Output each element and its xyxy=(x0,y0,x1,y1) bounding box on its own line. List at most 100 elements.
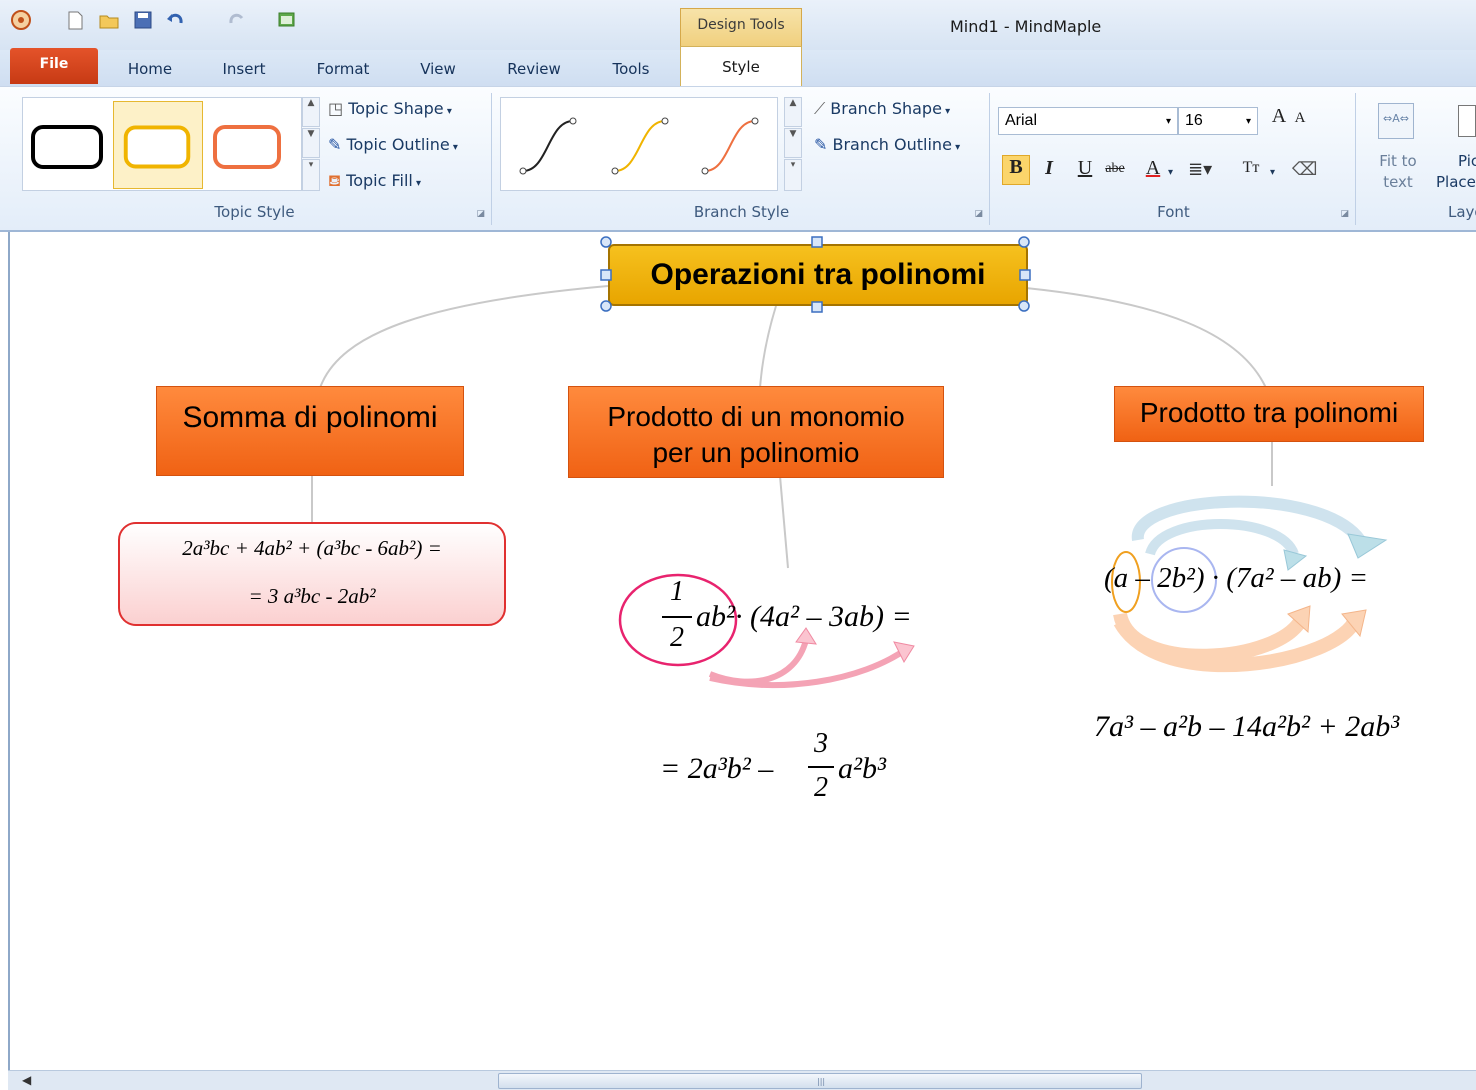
topic-style-black[interactable] xyxy=(25,101,115,189)
font-size-select[interactable]: 16 ▾ xyxy=(1178,107,1258,135)
picture-placement-icon[interactable] xyxy=(1458,105,1476,137)
scrollbar-thumb[interactable]: ||| xyxy=(498,1073,1142,1089)
result-fraction-denominator: 2 xyxy=(814,772,828,803)
topic-shape-button[interactable]: ◳ Topic Shape ▾ xyxy=(328,99,452,118)
formula-monomio: ab²· (4a² – 3ab) = xyxy=(696,600,912,633)
open-folder-icon[interactable] xyxy=(98,8,120,32)
result-polinomi: 7a³ – a²b – 14a²b² + 2ab³ xyxy=(1094,710,1400,743)
branch-scroll-down-button[interactable]: ▼ xyxy=(784,128,802,158)
mindmap-canvas[interactable]: Operazioni tra polinomi Somma di polinom… xyxy=(8,232,1476,1070)
chevron-down-icon: ▾ xyxy=(1245,116,1251,127)
topic-somma[interactable]: Somma di polinomi xyxy=(156,386,464,476)
selection-handles[interactable] xyxy=(600,236,1036,314)
formula-somma-line2: = 3 a³bc - 2ab² xyxy=(248,584,376,608)
branch-style-orange[interactable] xyxy=(685,101,775,189)
chevron-down-icon: ▾ xyxy=(412,178,422,189)
window-icon[interactable] xyxy=(276,8,298,32)
topic-style-group: ▲ ▼ ▾ ◳ Topic Shape ▾ ✎ Topic Outline ▾ … xyxy=(18,93,492,225)
tab-home[interactable]: Home xyxy=(112,58,188,86)
font-family-select[interactable]: Arial ▾ xyxy=(998,107,1178,135)
tab-format[interactable]: Format xyxy=(302,58,384,86)
grip-icon: ||| xyxy=(817,1077,826,1086)
fraction-denominator: 2 xyxy=(670,622,684,653)
grow-font-button[interactable]: A xyxy=(1268,105,1290,128)
branch-style-black[interactable] xyxy=(503,101,593,189)
result-fraction-bar xyxy=(808,766,834,768)
dialog-launcher-icon[interactable]: ◪ xyxy=(1340,209,1349,219)
pen-icon: ✎ xyxy=(814,135,833,154)
paint-bucket-icon: ⛾ xyxy=(328,171,347,190)
formula-box-somma[interactable]: 2a³bc + 4ab² + (a³bc - 6ab²) = = 3 a³bc … xyxy=(118,522,506,626)
branch-style-yellow[interactable] xyxy=(595,101,685,189)
align-icon[interactable]: ≣▾ xyxy=(1188,159,1212,180)
chevron-down-icon[interactable]: ▾ xyxy=(1168,167,1173,178)
result-monomio-a: = 2a³b² – xyxy=(660,752,774,785)
topic-style-gallery xyxy=(22,97,302,191)
chevron-down-icon[interactable]: ▾ xyxy=(1270,167,1275,178)
change-case-button[interactable]: Tт xyxy=(1236,159,1266,177)
undo-icon[interactable] xyxy=(164,8,186,32)
topic-style-yellow[interactable] xyxy=(113,101,203,189)
tab-file[interactable]: File xyxy=(10,48,98,84)
branch-scroll-up-button[interactable]: ▲ xyxy=(784,97,802,127)
formula-somma-line1: 2a³bc + 4ab² + (a³bc - 6ab²) = xyxy=(182,536,442,560)
branch-curve-icon: ⟋ xyxy=(814,99,831,118)
topic-prodotto-monomio[interactable]: Prodotto di un monomio per un polinomio xyxy=(568,386,944,478)
underline-button[interactable]: U xyxy=(1074,157,1096,180)
font-group-label: Font xyxy=(1157,203,1190,221)
font-group: Arial ▾ 16 ▾ A A B I U abe A ▾ ≣▾ Tт ▾ ⌫ F… xyxy=(992,93,1356,225)
strikethrough-button[interactable]: abe xyxy=(1100,161,1130,177)
title-bar: Design Tools Mind1 - MindMaple xyxy=(0,0,1476,50)
fit-to-text-icon[interactable]: ⇔A⇔ xyxy=(1378,103,1414,139)
chevron-down-icon: ▾ xyxy=(951,142,961,153)
branch-shape-button[interactable]: ⟋ Branch Shape ▾ xyxy=(814,99,950,119)
picture-placement-button[interactable]: Pic Place xyxy=(1436,151,1476,193)
fit-to-text-button[interactable]: Fit to text xyxy=(1368,151,1428,193)
topic-outline-button[interactable]: ✎ Topic Outline ▾ xyxy=(328,135,458,154)
app-logo-icon[interactable] xyxy=(10,8,32,32)
gallery-scroll-down-button[interactable]: ▼ xyxy=(302,128,320,158)
gallery-more-button[interactable]: ▾ xyxy=(302,159,320,191)
shrink-font-button[interactable]: A xyxy=(1292,110,1308,127)
tab-review[interactable]: Review xyxy=(494,58,574,86)
chevron-down-icon: ▾ xyxy=(443,106,452,117)
bold-button[interactable]: B xyxy=(1002,155,1030,185)
dialog-launcher-icon[interactable]: ◪ xyxy=(974,209,983,219)
gallery-scroll-up-button[interactable]: ▲ xyxy=(302,97,320,127)
layout-group-label: Layo xyxy=(1448,203,1476,221)
tab-style[interactable]: Style xyxy=(680,46,802,86)
fraction-bar xyxy=(662,616,692,618)
italic-button[interactable]: I xyxy=(1038,157,1060,180)
branch-style-gallery xyxy=(500,97,778,191)
chevron-down-icon: ▾ xyxy=(1165,116,1171,127)
chevron-down-icon: ▾ xyxy=(941,106,951,117)
window-title: Mind1 - MindMaple xyxy=(950,17,1102,36)
chevron-down-icon: ▾ xyxy=(449,142,458,153)
tab-insert[interactable]: Insert xyxy=(206,58,282,86)
redo-icon[interactable] xyxy=(226,8,248,32)
result-fraction-numerator: 3 xyxy=(814,728,828,759)
topic-shape-icon: ◳ xyxy=(328,99,349,118)
fraction-numerator: 1 xyxy=(670,576,684,607)
branch-outline-button[interactable]: ✎ Branch Outline ▾ xyxy=(814,135,960,154)
topic-prodotto-polinomi[interactable]: Prodotto tra polinomi xyxy=(1114,386,1424,442)
ribbon: ▲ ▼ ▾ ◳ Topic Shape ▾ ✎ Topic Outline ▾ … xyxy=(0,86,1476,232)
tab-view[interactable]: View xyxy=(404,58,472,86)
branch-style-label: Branch Style xyxy=(693,203,790,221)
dialog-launcher-icon[interactable]: ◪ xyxy=(476,209,485,219)
scroll-left-icon[interactable]: ◀ xyxy=(22,1073,31,1087)
save-icon[interactable] xyxy=(132,8,154,32)
new-file-icon[interactable] xyxy=(64,8,86,32)
clear-format-icon[interactable]: ⌫ xyxy=(1292,159,1317,180)
horizontal-scrollbar[interactable]: ◀ ||| xyxy=(8,1070,1476,1090)
branch-more-button[interactable]: ▾ xyxy=(784,159,802,191)
topic-style-orange[interactable] xyxy=(205,101,295,189)
topic-fill-button[interactable]: ⛾ Topic Fill ▾ xyxy=(328,171,421,192)
topic-style-label: Topic Style xyxy=(214,203,295,221)
layout-group: ⇔A⇔ Fit totext PicPlace Layo xyxy=(1358,93,1476,225)
font-color-button[interactable]: A xyxy=(1142,157,1164,180)
design-tools-context-label: Design Tools xyxy=(680,8,802,48)
tab-tools[interactable]: Tools xyxy=(598,58,664,86)
pen-icon: ✎ xyxy=(328,135,347,154)
formula-polinomi: (a – 2b²) · (7a² – ab) = xyxy=(1104,562,1369,594)
